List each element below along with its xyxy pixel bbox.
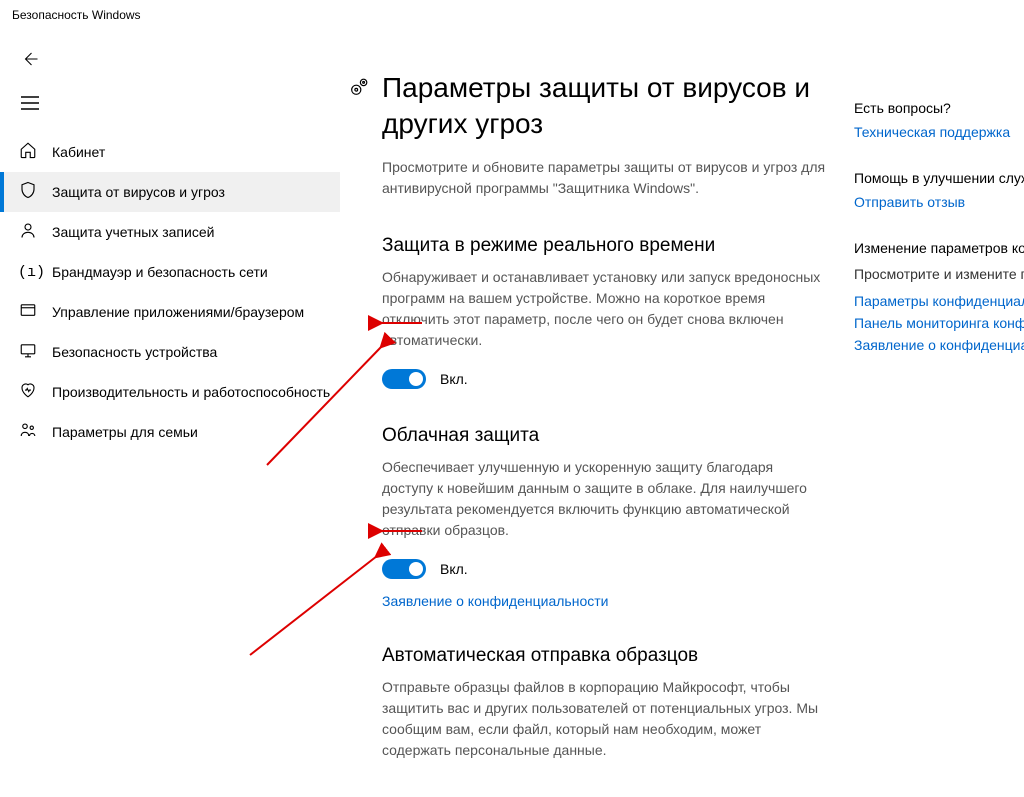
sidebar-item-label: Управление приложениями/браузером	[52, 304, 304, 320]
sidebar-item-label: Кабинет	[52, 144, 105, 160]
page-title: Параметры защиты от вирусов и других угр…	[382, 70, 826, 143]
section-description: Отправьте образцы файлов в корпорацию Ма…	[382, 677, 826, 761]
sidebar-item-label: Параметры для семьи	[52, 424, 198, 440]
back-button[interactable]	[10, 40, 50, 78]
section-cloud-protection: Облачная защита Обеспечивает улучшенную …	[382, 425, 826, 609]
toggle-state-label: Вкл.	[440, 371, 468, 387]
sidebar-item-label: Брандмауэр и безопасность сети	[52, 264, 268, 280]
help-questions-group: Есть вопросы? Техническая поддержка	[854, 100, 1024, 140]
family-icon	[18, 421, 38, 444]
tech-support-link[interactable]: Техническая поддержка	[854, 124, 1024, 140]
home-icon	[18, 141, 38, 164]
section-heading: Облачная защита	[382, 425, 826, 447]
hamburger-menu-button[interactable]	[10, 84, 50, 122]
privacy-settings-group: Изменение параметров конфиденциальности …	[854, 240, 1024, 353]
shield-icon	[18, 181, 38, 204]
group-title: Изменение параметров конфиденциальности	[854, 240, 1024, 256]
section-heading: Защита в режиме реального времени	[382, 235, 826, 257]
sidebar-item-label: Защита учетных записей	[52, 224, 214, 240]
sidebar-item-device-security[interactable]: Безопасность устройства	[0, 332, 340, 372]
sidebar-item-virus-protection[interactable]: Защита от вирусов и угроз	[0, 172, 340, 212]
sidebar: Кабинет Защита от вирусов и угроз Защита…	[0, 30, 340, 789]
group-text: Просмотрите и измените параметры конфиде…	[854, 264, 1024, 285]
health-icon	[18, 381, 38, 404]
network-icon: (ı)	[18, 264, 38, 281]
section-realtime-protection: Защита в режиме реального времени Обнару…	[382, 235, 826, 389]
privacy-dashboard-link[interactable]: Панель мониторинга конфиденциальности	[854, 315, 1024, 331]
sidebar-item-label: Производительность и работоспособность	[52, 384, 330, 400]
sidebar-item-label: Безопасность устройства	[52, 344, 217, 360]
sidebar-item-firewall[interactable]: (ı) Брандмауэр и безопасность сети	[0, 252, 340, 292]
realtime-protection-toggle[interactable]	[382, 369, 426, 389]
send-feedback-link[interactable]: Отправить отзыв	[854, 194, 1024, 210]
group-title: Помощь в улучшении службы "Безопасность …	[854, 170, 1024, 186]
account-icon	[18, 221, 38, 244]
page-description: Просмотрите и обновите параметры защиты …	[382, 157, 826, 199]
sidebar-item-label: Защита от вирусов и угроз	[52, 184, 225, 200]
section-auto-sample-submission: Автоматическая отправка образцов Отправь…	[382, 645, 826, 761]
feedback-group: Помощь в улучшении службы "Безопасность …	[854, 170, 1024, 210]
right-sidebar: Есть вопросы? Техническая поддержка Помо…	[854, 30, 1024, 789]
appbrowser-icon	[18, 301, 38, 324]
settings-gear-icon	[348, 76, 370, 104]
main-content: Параметры защиты от вирусов и других угр…	[340, 30, 854, 789]
sidebar-item-family-options[interactable]: Параметры для семьи	[0, 412, 340, 452]
sidebar-item-app-browser[interactable]: Управление приложениями/браузером	[0, 292, 340, 332]
sidebar-item-device-health[interactable]: Производительность и работоспособность	[0, 372, 340, 412]
privacy-statement-link[interactable]: Заявление о конфиденциальности	[382, 593, 608, 609]
section-description: Обеспечивает улучшенную и ускоренную защ…	[382, 457, 826, 541]
privacy-params-link[interactable]: Параметры конфиденциальности	[854, 293, 1024, 309]
privacy-statement-link[interactable]: Заявление о конфиденциальности	[854, 337, 1024, 353]
window-title: Безопасность Windows	[0, 0, 1024, 30]
sidebar-item-account-protection[interactable]: Защита учетных записей	[0, 212, 340, 252]
toggle-state-label: Вкл.	[440, 561, 468, 577]
group-title: Есть вопросы?	[854, 100, 1024, 116]
device-icon	[18, 341, 38, 364]
sidebar-item-home[interactable]: Кабинет	[0, 132, 340, 172]
section-description: Обнаруживает и останавливает установку и…	[382, 267, 826, 351]
section-heading: Автоматическая отправка образцов	[382, 645, 826, 667]
cloud-protection-toggle[interactable]	[382, 559, 426, 579]
